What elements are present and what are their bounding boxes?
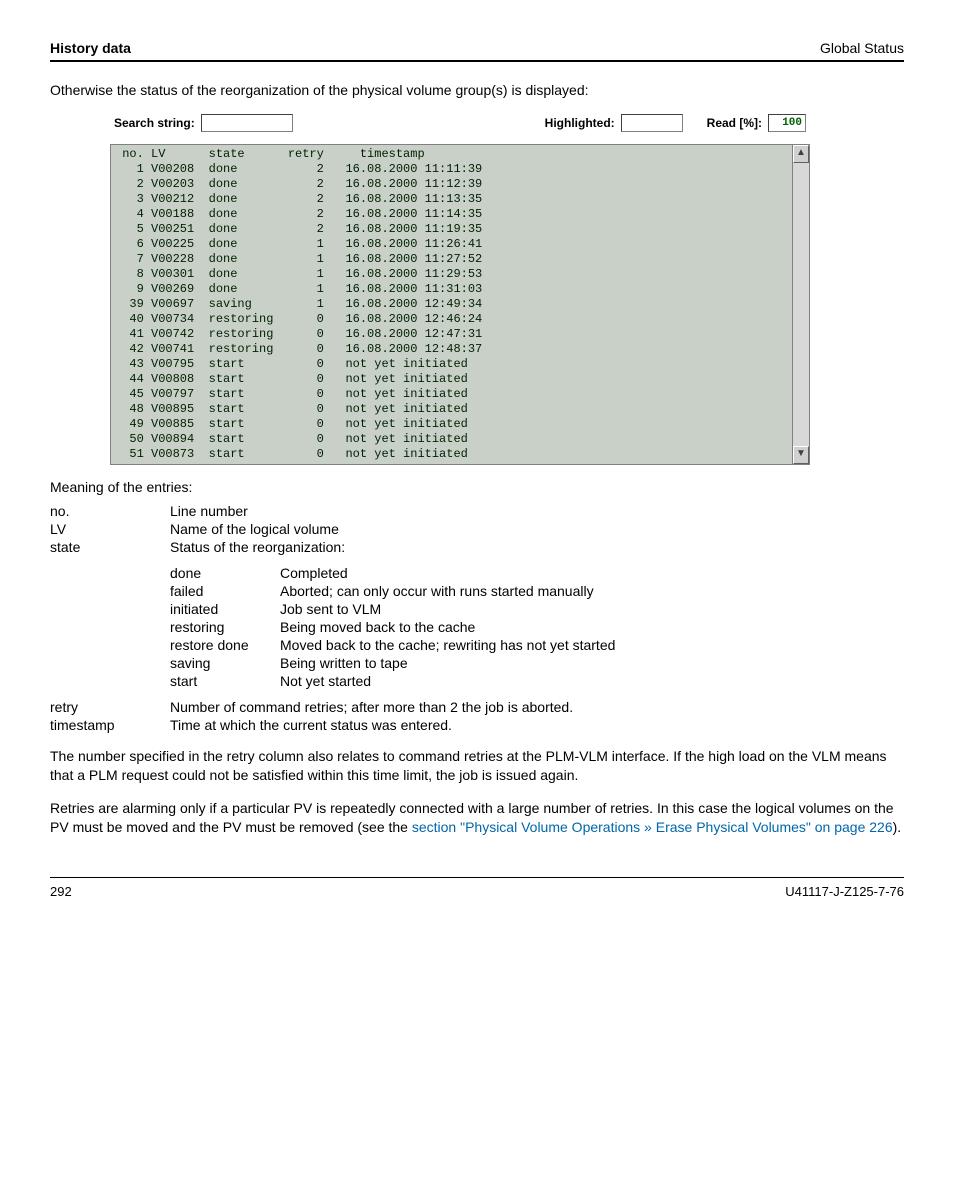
def-val: Status of the reorganization: [170, 539, 904, 555]
def-term: state [50, 539, 170, 555]
status-list: no. LV state retry timestamp 1 V00208 do… [111, 145, 792, 464]
definitions-list: no.Line number LVName of the logical vol… [50, 503, 904, 555]
def-term: no. [50, 503, 170, 519]
scroll-down-icon[interactable]: ▼ [793, 446, 809, 464]
state-val: Being written to tape [280, 655, 904, 671]
search-label: Search string: [114, 116, 195, 130]
def-term: LV [50, 521, 170, 537]
def-val: Number of command retries; after more th… [170, 699, 904, 715]
scroll-track[interactable] [793, 163, 809, 446]
read-label: Read [%]: [707, 116, 762, 130]
highlighted-label: Highlighted: [545, 116, 615, 130]
definitions-list-2: retryNumber of command retries; after mo… [50, 699, 904, 733]
state-term: start [170, 673, 280, 689]
def-val: Time at which the current status was ent… [170, 717, 904, 733]
erase-volumes-link[interactable]: section "Physical Volume Operations » Er… [412, 819, 893, 835]
status-screenshot: Search string: Highlighted: Read [%]: 10… [110, 108, 810, 465]
search-input[interactable] [201, 114, 293, 132]
state-term: done [170, 565, 280, 581]
toolbar: Search string: Highlighted: Read [%]: 10… [110, 108, 810, 144]
doc-id: U41117-J-Z125-7-76 [785, 884, 904, 899]
para2-text-b: ). [893, 819, 902, 835]
paragraph-retry-note: The number specified in the retry column… [50, 747, 904, 785]
paragraph-alarm-note: Retries are alarming only if a particula… [50, 799, 904, 837]
state-val: Being moved back to the cache [280, 619, 904, 635]
state-val: Aborted; can only occur with runs starte… [280, 583, 904, 599]
scroll-up-icon[interactable]: ▲ [793, 145, 809, 163]
state-val: Job sent to VLM [280, 601, 904, 617]
intro-text: Otherwise the status of the reorganizati… [50, 82, 904, 98]
def-val: Line number [170, 503, 904, 519]
state-term: failed [170, 583, 280, 599]
state-term: restoring [170, 619, 280, 635]
highlighted-input[interactable] [621, 114, 683, 132]
state-term: initiated [170, 601, 280, 617]
state-term: saving [170, 655, 280, 671]
header-status: Global Status [820, 40, 904, 56]
def-term: timestamp [50, 717, 170, 733]
state-val: Completed [280, 565, 904, 581]
scrollbar[interactable]: ▲ ▼ [792, 145, 809, 464]
state-values: doneCompleted failedAborted; can only oc… [170, 565, 904, 689]
read-value: 100 [768, 114, 806, 132]
state-val: Not yet started [280, 673, 904, 689]
header-section: History data [50, 40, 131, 56]
state-val: Moved back to the cache; rewriting has n… [280, 637, 904, 653]
def-term: retry [50, 699, 170, 715]
page-number: 292 [50, 884, 72, 899]
def-val: Name of the logical volume [170, 521, 904, 537]
meaning-heading: Meaning of the entries: [50, 479, 904, 495]
state-term: restore done [170, 637, 280, 653]
